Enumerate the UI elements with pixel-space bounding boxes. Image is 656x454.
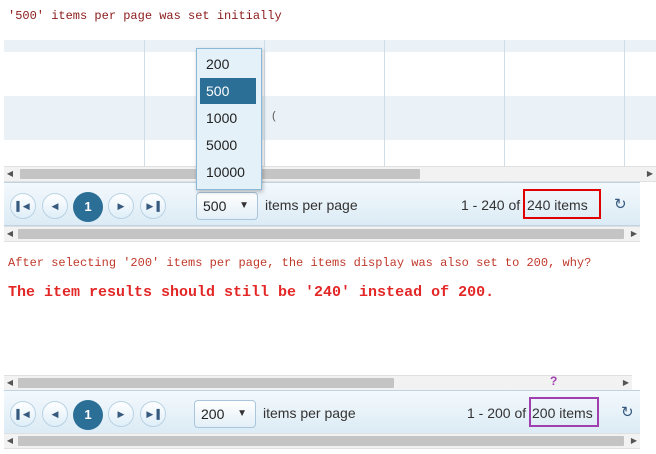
scroll-right-icon[interactable]: ▶ bbox=[620, 376, 632, 390]
scroll-right-icon[interactable]: ▶ bbox=[628, 227, 640, 241]
first-page-icon: ▌◀ bbox=[16, 409, 30, 419]
refresh-icon[interactable]: ↻ bbox=[621, 403, 634, 421]
last-page-button[interactable]: ▶▐ bbox=[140, 193, 166, 219]
refresh-icon[interactable]: ↻ bbox=[614, 195, 627, 213]
pager-range: 1 - 200 of bbox=[467, 405, 527, 421]
note-question: After selecting '200' items per page, th… bbox=[8, 256, 592, 270]
next-page-button[interactable]: ▶ bbox=[108, 193, 134, 219]
first-page-icon: ▌◀ bbox=[16, 201, 30, 211]
last-page-icon: ▶▐ bbox=[146, 201, 160, 211]
last-page-icon: ▶▐ bbox=[146, 409, 160, 419]
question-mark: ? bbox=[550, 374, 558, 388]
grid-horizontal-scrollbar[interactable]: ◀ ▶ bbox=[4, 375, 632, 391]
page-size-select[interactable]: 200 ▼ bbox=[194, 400, 256, 428]
first-page-button[interactable]: ▌◀ bbox=[10, 193, 36, 219]
page-size-dropdown: 200 500 1000 5000 10000 bbox=[196, 48, 262, 190]
highlight-box-total-bottom bbox=[529, 397, 599, 427]
grid-row bbox=[4, 52, 656, 96]
page-size-option-1000[interactable]: 1000 bbox=[200, 105, 256, 131]
next-page-button[interactable]: ▶ bbox=[108, 401, 134, 427]
prev-page-icon: ◀ bbox=[51, 201, 59, 211]
scroll-right-icon[interactable]: ▶ bbox=[628, 434, 640, 448]
scroll-right-icon[interactable]: ▶ bbox=[644, 167, 656, 181]
grid-row bbox=[4, 96, 656, 140]
prev-page-button[interactable]: ◀ bbox=[42, 401, 68, 427]
page-size-select[interactable]: 500 ▼ bbox=[196, 192, 258, 220]
chevron-down-icon: ▼ bbox=[237, 408, 247, 419]
cell-fragment: ( bbox=[272, 110, 276, 122]
grid-row bbox=[4, 40, 656, 52]
page-size-option-10000[interactable]: 10000 bbox=[200, 159, 256, 185]
scroll-left-icon[interactable]: ◀ bbox=[4, 434, 16, 448]
grid-horizontal-scrollbar[interactable]: ◀ ▶ bbox=[4, 166, 656, 182]
column-divider bbox=[384, 40, 385, 166]
chevron-down-icon: ▼ bbox=[239, 200, 249, 211]
page-size-value: 200 bbox=[201, 406, 225, 422]
scrollbar-thumb[interactable] bbox=[18, 378, 394, 388]
column-divider bbox=[624, 40, 625, 166]
next-page-icon: ▶ bbox=[117, 409, 125, 419]
current-page-button[interactable]: 1 bbox=[73, 400, 103, 430]
column-divider bbox=[264, 40, 265, 166]
grid-row bbox=[4, 140, 656, 166]
note-expected-result: The item results should still be '240' i… bbox=[8, 284, 495, 301]
scrollbar-thumb[interactable] bbox=[18, 436, 624, 446]
data-grid-top: ( bbox=[4, 40, 656, 166]
pager-range: 1 - 240 of bbox=[461, 197, 521, 213]
scrollbar-thumb[interactable] bbox=[18, 229, 624, 239]
column-divider bbox=[504, 40, 505, 166]
next-page-icon: ▶ bbox=[117, 201, 125, 211]
prev-page-button[interactable]: ◀ bbox=[42, 193, 68, 219]
items-per-page-label: items per page bbox=[263, 405, 356, 421]
items-per-page-label: items per page bbox=[265, 197, 358, 213]
page-size-value: 500 bbox=[203, 198, 227, 214]
page-size-option-200[interactable]: 200 bbox=[200, 51, 256, 77]
note-initial-setting: '500' items per page was set initially bbox=[8, 9, 282, 23]
page-horizontal-scrollbar[interactable]: ◀ ▶ bbox=[4, 433, 640, 449]
page-size-option-500[interactable]: 500 bbox=[200, 78, 256, 104]
scroll-left-icon[interactable]: ◀ bbox=[4, 167, 16, 181]
scroll-left-icon[interactable]: ◀ bbox=[4, 227, 16, 241]
prev-page-icon: ◀ bbox=[51, 409, 59, 419]
last-page-button[interactable]: ▶▐ bbox=[140, 401, 166, 427]
column-divider bbox=[144, 40, 145, 166]
scroll-left-icon[interactable]: ◀ bbox=[4, 376, 16, 390]
page-horizontal-scrollbar[interactable]: ◀ ▶ bbox=[4, 226, 640, 242]
page-size-option-5000[interactable]: 5000 bbox=[200, 132, 256, 158]
first-page-button[interactable]: ▌◀ bbox=[10, 401, 36, 427]
current-page-button[interactable]: 1 bbox=[73, 192, 103, 222]
highlight-box-total-top bbox=[523, 189, 601, 219]
